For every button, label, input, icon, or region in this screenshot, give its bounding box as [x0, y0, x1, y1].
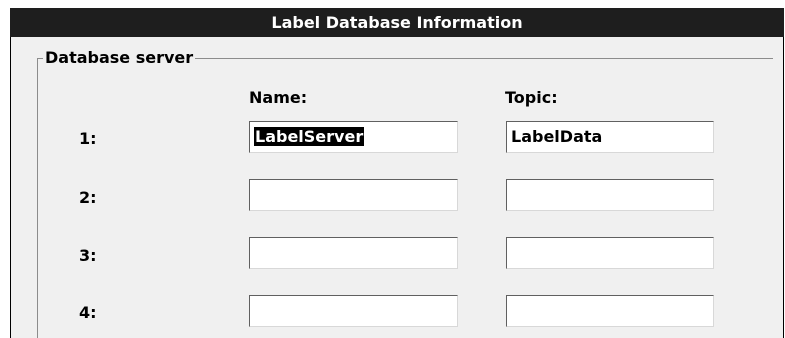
name-field-1-value: LabelServer: [254, 127, 365, 146]
topic-field-3[interactable]: [506, 237, 714, 269]
group-legend: Database server: [43, 48, 196, 68]
row-label-3: 3:: [79, 246, 97, 265]
row-label-4: 4:: [79, 303, 97, 322]
name-field-2[interactable]: [249, 179, 458, 211]
name-field-1[interactable]: LabelServer: [249, 121, 458, 153]
topic-column-header: Topic:: [505, 88, 558, 107]
name-field-4[interactable]: [249, 295, 458, 327]
name-field-3[interactable]: [249, 237, 458, 269]
topic-field-1[interactable]: LabelData: [506, 121, 714, 153]
name-column-header: Name:: [249, 88, 308, 107]
row-label-2: 2:: [79, 188, 97, 207]
row-label-1: 1:: [79, 129, 97, 148]
dialog-title: Label Database Information: [10, 8, 784, 37]
topic-field-4[interactable]: [506, 295, 714, 327]
topic-field-2[interactable]: [506, 179, 714, 211]
